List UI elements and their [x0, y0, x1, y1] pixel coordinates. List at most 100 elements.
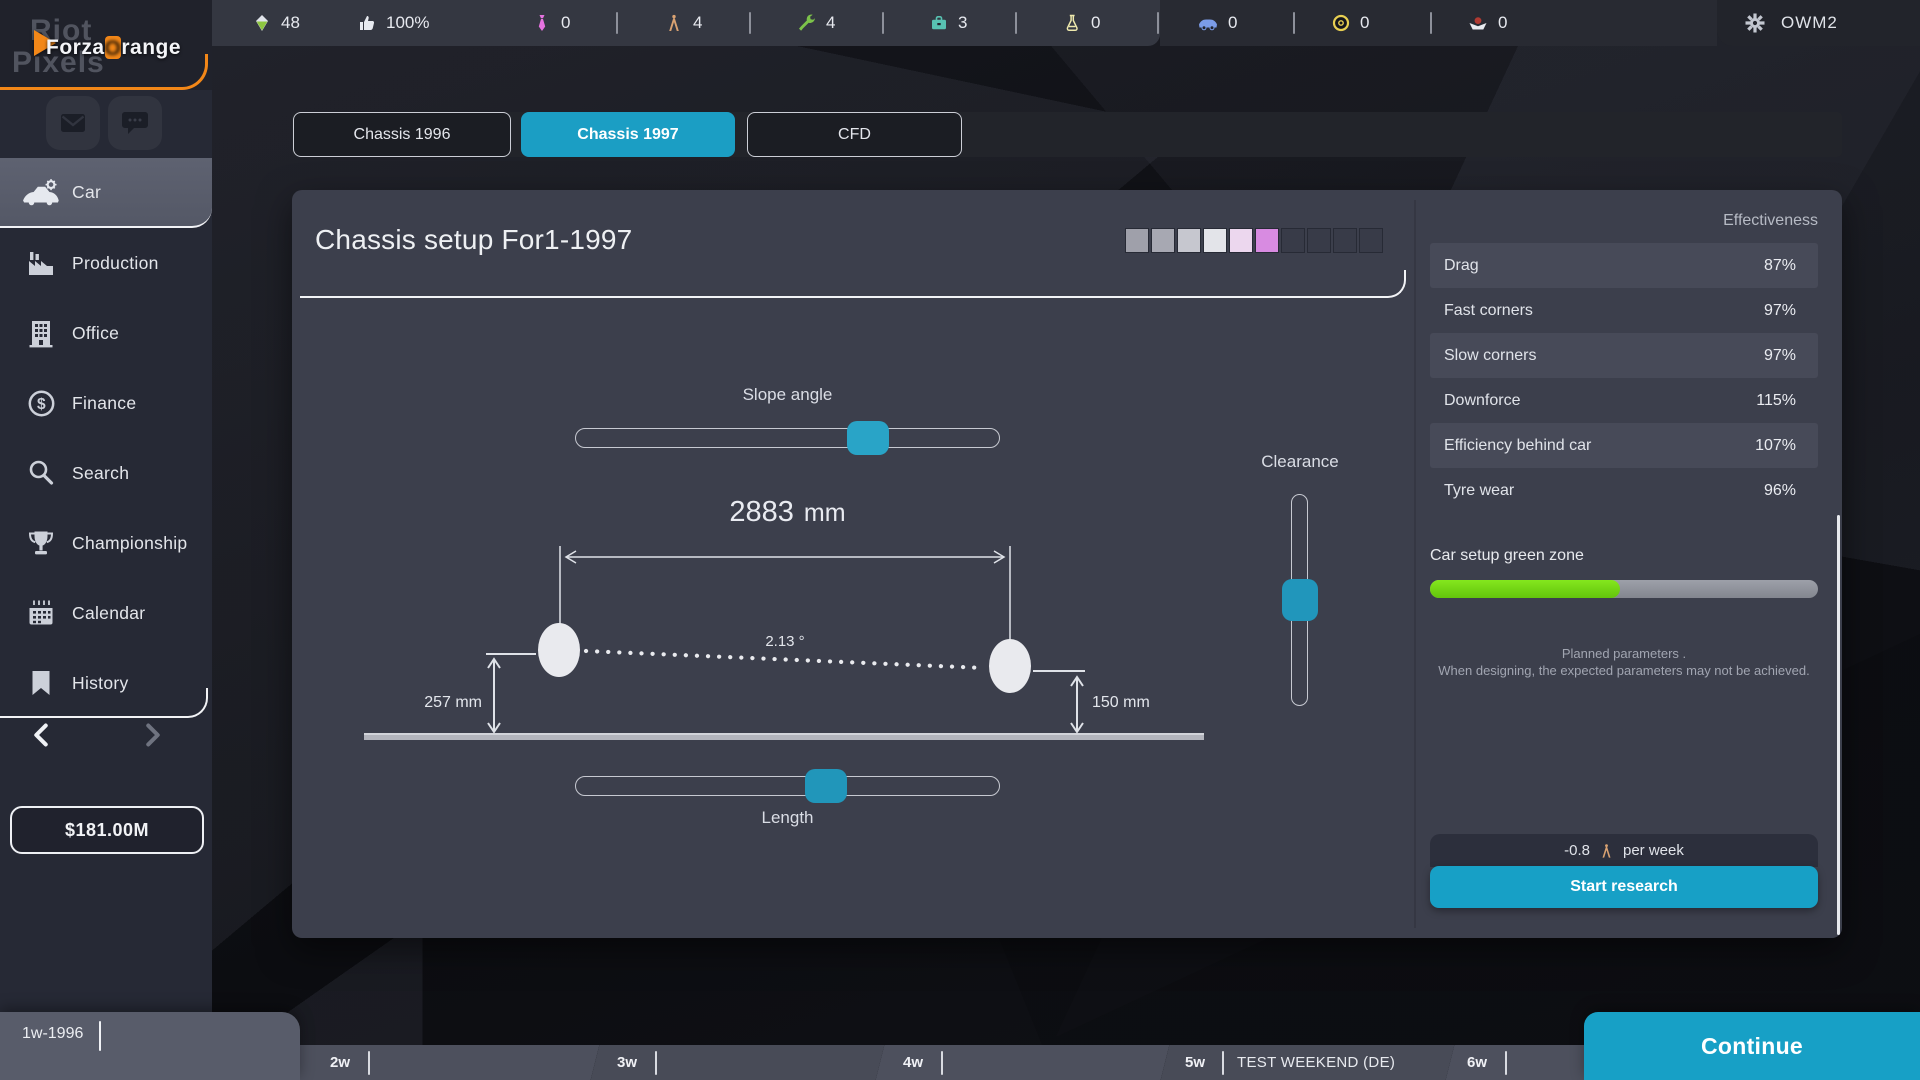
resource-research: 0	[1063, 0, 1100, 46]
resource-approval: 100%	[358, 0, 429, 46]
stat-label: Slow corners	[1444, 347, 1536, 365]
resource-designers: 4	[665, 0, 702, 46]
week-label-6w: 6w	[1467, 1045, 1487, 1080]
flask-icon	[1063, 14, 1081, 32]
progress-square	[1255, 228, 1279, 253]
team-logo: Riot Pixels ForzaOrange	[0, 0, 212, 90]
week-divider	[655, 1051, 657, 1075]
stat-label: Efficiency behind car	[1444, 437, 1591, 455]
current-week-divider	[99, 1021, 101, 1051]
week-divider	[368, 1051, 370, 1075]
tab-label: Chassis 1996	[354, 126, 451, 144]
length-slider-thumb[interactable]	[805, 769, 847, 803]
sidebar-item-office[interactable]: Office	[0, 298, 212, 368]
tab-cfd[interactable]: CFD	[747, 112, 962, 157]
stat-value: 87%	[1764, 257, 1796, 275]
wheelbase-value: 2883	[729, 496, 794, 528]
sidebar-item-calendar[interactable]: Calendar	[0, 578, 212, 648]
week-divider	[941, 1051, 943, 1075]
compass-icon	[665, 14, 683, 32]
mail-button[interactable]	[46, 96, 100, 150]
calendar-icon	[22, 599, 60, 627]
stat-label: Tyre wear	[1444, 482, 1514, 500]
topbar-segment	[1160, 0, 1717, 46]
progress-square	[1307, 228, 1331, 253]
tab-chassis-1997[interactable]: Chassis 1997	[521, 112, 735, 157]
sidebar-item-championship[interactable]: Championship	[0, 508, 212, 578]
green-zone-fill	[1430, 580, 1620, 598]
panel-scrollbar[interactable]	[1837, 515, 1840, 935]
search-icon	[22, 459, 60, 487]
sidebar-item-car[interactable]: Car	[0, 158, 212, 228]
chat-button[interactable]	[108, 96, 162, 150]
collapse-right-button[interactable]	[142, 722, 182, 754]
money-display[interactable]: $181.00M	[10, 806, 204, 854]
sidebar-item-label: Championship	[72, 533, 187, 554]
collapse-left-button[interactable]	[30, 722, 70, 754]
right-ride-height-value: 150	[1092, 694, 1119, 711]
wheelbase-dimension: 2883 mm	[575, 496, 1000, 529]
topbar-divider	[1015, 12, 1017, 34]
week-label-3w: 3w	[617, 1045, 637, 1080]
start-research-button[interactable]: Start research	[1430, 866, 1818, 908]
resource-value: 0	[1228, 13, 1237, 33]
progress-square	[1125, 228, 1149, 253]
planned-parameters-note: Planned parameters . When designing, the…	[1430, 645, 1818, 679]
current-week-panel: 1w-1996	[0, 1012, 300, 1080]
sidebar-item-label: Calendar	[72, 603, 145, 624]
chat-icon	[121, 110, 149, 136]
clearance-slider-thumb[interactable]	[1282, 579, 1318, 621]
panel-divider	[1414, 200, 1416, 928]
topbar-divider	[616, 12, 618, 34]
clearance-label: Clearance	[1230, 452, 1370, 472]
resource-toolbox: 3	[930, 0, 967, 46]
green-zone-label: Car setup green zone	[1430, 547, 1584, 565]
left-wheel	[538, 623, 580, 677]
research-cost-value: -0.8	[1564, 842, 1590, 859]
week-label-2w: 2w	[330, 1045, 350, 1080]
topbar-divider	[1430, 12, 1432, 34]
resource-cars: 0	[1198, 0, 1237, 46]
clearance-slider[interactable]	[1291, 494, 1308, 706]
stat-label: Drag	[1444, 257, 1479, 275]
resource-value: 0	[1498, 13, 1507, 33]
page-title: Chassis setup For1-1997	[315, 224, 632, 256]
rake-angle-label: 2.13 °	[725, 633, 845, 650]
stat-value: 97%	[1764, 302, 1796, 320]
wheelbase-unit: mm	[804, 499, 846, 527]
resource-value: 4	[693, 13, 702, 33]
length-slider[interactable]	[575, 776, 1000, 796]
toolbox-icon	[930, 14, 948, 32]
stat-label: Fast corners	[1444, 302, 1533, 320]
tab-chassis-1996[interactable]: Chassis 1996	[293, 112, 511, 157]
profile-button[interactable]: OWM2	[1743, 0, 1838, 46]
current-week-label: 1w-1996	[22, 1025, 83, 1043]
length-label: Length	[575, 808, 1000, 828]
profile-name: OWM2	[1781, 13, 1838, 33]
sidebar-item-label: Finance	[72, 393, 136, 414]
left-ride-height-unit: mm	[455, 694, 482, 711]
right-wheel	[989, 639, 1031, 693]
compass-icon	[1599, 843, 1614, 859]
resource-gem: 48	[253, 0, 300, 46]
trophy-icon	[22, 529, 60, 557]
resource-value: 0	[561, 13, 570, 33]
topbar-divider	[1293, 12, 1295, 34]
sidebar-item-production[interactable]: Production	[0, 228, 212, 298]
sidebar-item-finance[interactable]: $ Finance	[0, 368, 212, 438]
effectiveness-row: Fast corners 97%	[1430, 288, 1818, 333]
stat-value: 97%	[1764, 347, 1796, 365]
sidebar-item-search[interactable]: Search	[0, 438, 212, 508]
continue-button[interactable]: Continue	[1584, 1012, 1920, 1080]
stat-value: 115%	[1756, 392, 1796, 410]
slope-angle-slider-thumb[interactable]	[847, 421, 889, 455]
right-ride-height-unit: mm	[1123, 694, 1150, 711]
design-progress-indicator	[1125, 228, 1383, 253]
stat-label: Downforce	[1444, 392, 1520, 410]
slope-angle-slider[interactable]	[575, 428, 1000, 448]
effectiveness-row: Drag 87%	[1430, 243, 1818, 288]
topbar-divider	[882, 12, 884, 34]
note-line-1: Planned parameters .	[1430, 645, 1818, 662]
week-divider	[1222, 1051, 1224, 1075]
topbar-divider	[749, 12, 751, 34]
